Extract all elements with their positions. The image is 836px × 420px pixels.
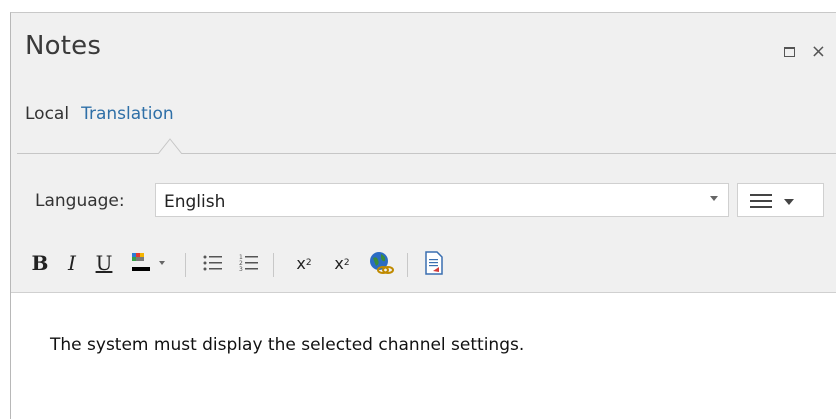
tab-translation[interactable]: Translation [81,104,174,124]
text-color-icon[interactable] [129,245,153,281]
language-select-value: English [164,192,226,212]
tab-strip: Local Translation [25,104,174,124]
tab-divider [17,153,836,154]
active-tab-indicator [158,138,182,154]
formatting-toolbar: B I U 1 2 3 x 2 x 2 [29,245,829,281]
toolbar-separator [185,253,186,277]
subscript-icon[interactable]: x2 [329,245,355,281]
align-lines-icon [750,194,772,212]
panel-title: Notes [25,31,102,61]
language-select[interactable]: English [155,183,729,217]
linked-document-icon[interactable] [421,245,447,281]
hyperlink-icon[interactable] [367,245,395,281]
chevron-down-icon [159,261,165,265]
language-label: Language: [35,191,125,211]
subscript-mark: 2 [343,258,350,268]
superscript-icon[interactable]: x2 [291,245,317,281]
restore-window-icon[interactable] [783,47,795,57]
notes-text[interactable]: The system must display the selected cha… [50,335,524,355]
numbered-list-icon[interactable]: 1 2 3 [237,245,261,281]
toolbar-separator [407,253,408,277]
underline-button[interactable]: U [93,245,115,281]
notes-editor[interactable]: The system must display the selected cha… [11,292,836,420]
tab-local[interactable]: Local [25,104,69,124]
italic-button[interactable]: I [61,245,83,281]
text-color-dropdown[interactable] [157,245,167,281]
alignment-button[interactable] [737,183,824,217]
bullet-list-icon[interactable] [201,245,225,281]
chevron-down-icon[interactable] [710,196,718,201]
toolbar-separator [273,253,274,277]
bold-button[interactable]: B [29,245,51,281]
superscript-mark: 2 [305,258,312,268]
window-controls: × [783,43,826,61]
svg-text:3: 3 [239,266,243,273]
superscript-base: x [296,253,306,273]
close-icon[interactable]: × [811,43,826,61]
chevron-down-icon[interactable] [784,199,794,205]
subscript-base: x [334,253,344,273]
